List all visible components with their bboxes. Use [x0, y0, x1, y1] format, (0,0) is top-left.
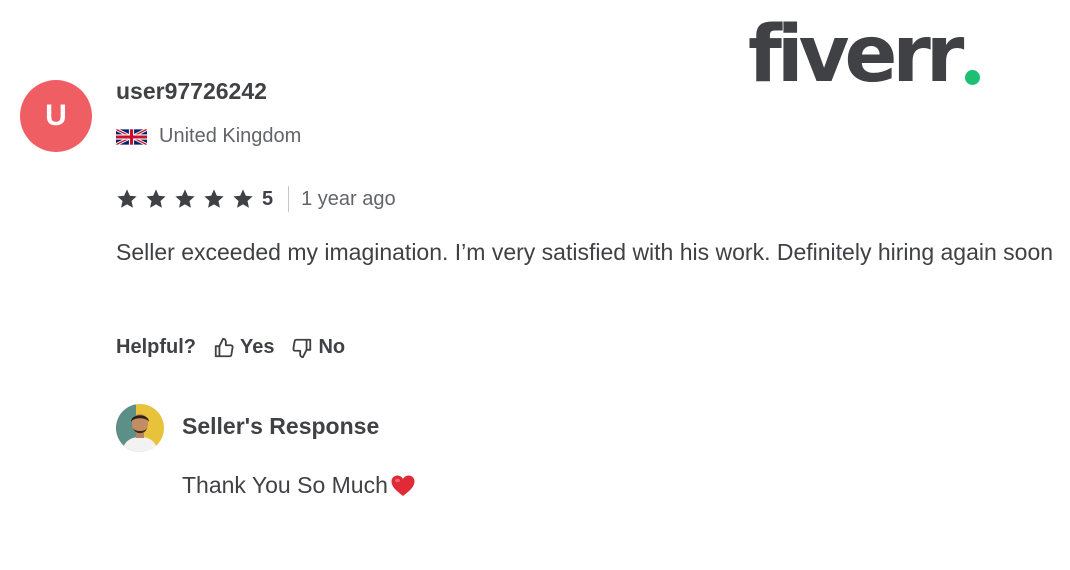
reviewer-username[interactable]: user97726242: [116, 78, 267, 105]
rating-value: 5: [262, 187, 274, 210]
star-rating: [116, 188, 261, 210]
seller-photo: [116, 404, 164, 452]
uk-flag-icon: [116, 128, 147, 145]
thumbs-down-icon: [292, 338, 312, 358]
seller-response-message: Thank You So Much: [182, 472, 388, 498]
star-icon: [233, 189, 253, 208]
review-time: 1 year ago: [301, 187, 396, 210]
reviewer-country: United Kingdom: [116, 125, 301, 148]
country-name: United Kingdom: [159, 125, 302, 147]
thumbs-up-icon: [214, 337, 234, 357]
star-icon: [204, 189, 224, 208]
helpful-label: Helpful?: [116, 336, 196, 358]
red-heart-icon: [391, 475, 415, 496]
seller-avatar[interactable]: [116, 404, 164, 452]
logo-dot-icon: [965, 70, 981, 85]
seller-response-text: Thank You So Much: [182, 472, 416, 499]
fiverr-logo: fiverr: [748, 10, 981, 100]
star-icon: [146, 189, 166, 208]
rating-row: 5 1 year ago: [116, 186, 396, 212]
review-text: Seller exceeded my imagination. I’m very…: [116, 239, 1054, 265]
helpful-no-button[interactable]: No: [291, 336, 345, 359]
helpful-yes-button[interactable]: Yes: [213, 336, 274, 359]
star-icon: [117, 189, 137, 208]
logo-text: fiverr: [748, 10, 964, 100]
seller-response-title: Seller's Response: [182, 413, 380, 439]
divider: [288, 186, 290, 212]
no-label: No: [318, 336, 346, 358]
reviewer-avatar[interactable]: U: [20, 80, 92, 152]
star-icon: [175, 189, 195, 208]
helpful-row: Helpful? Yes No: [116, 336, 345, 359]
yes-label: Yes: [240, 336, 275, 358]
avatar-initial: U: [45, 99, 67, 132]
